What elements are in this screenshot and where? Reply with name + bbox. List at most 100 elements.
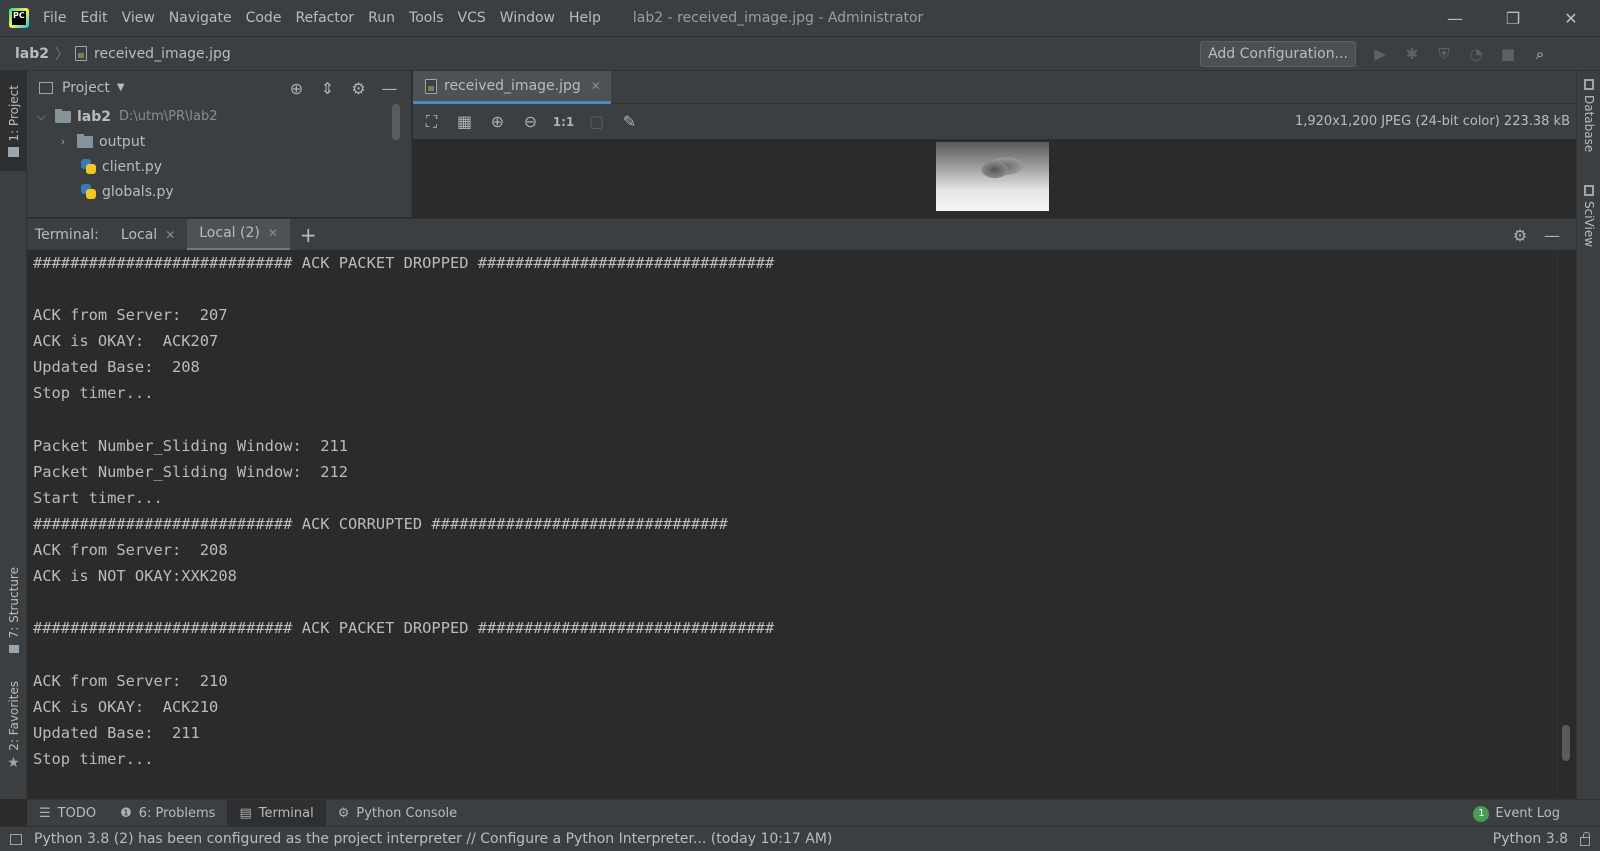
folder-icon <box>77 133 93 148</box>
close-icon[interactable]: ✕ <box>165 228 175 242</box>
terminal-tab-local-2[interactable]: Local (2) ✕ <box>187 218 290 251</box>
window-controls: — ❐ ✕ <box>1426 0 1600 36</box>
menu-view[interactable]: View <box>122 10 155 26</box>
terminal-line: Updated Base: 208 <box>33 358 200 377</box>
terminal-scrollbar-track[interactable] <box>1557 250 1576 799</box>
menu-tools[interactable]: Tools <box>409 10 444 26</box>
tool-tab-sciview[interactable]: SciView <box>1577 185 1600 247</box>
color-picker-icon[interactable]: ✎ <box>613 110 646 134</box>
gear-icon[interactable]: ⚙ <box>1504 224 1536 246</box>
tree-item-globals-py[interactable]: globals.py <box>27 179 411 204</box>
image-canvas <box>413 139 1576 217</box>
interpreter-selector[interactable]: Python 3.8 <box>1493 831 1568 847</box>
fit-zoom-icon[interactable]: ⛶ <box>415 110 448 134</box>
terminal-output[interactable]: ############################ ACK PACKET … <box>27 250 1576 799</box>
terminal-line: ACK is OKAY: ACK210 <box>33 697 219 716</box>
close-button[interactable]: ✕ <box>1542 0 1600 36</box>
menu-edit[interactable]: Edit <box>80 10 107 26</box>
title-bar: PC File Edit View Navigate Code Refactor… <box>0 0 1600 36</box>
breadcrumb-project[interactable]: lab2 <box>15 46 49 62</box>
tool-tab-problems[interactable]: ❶ 6: Problems <box>108 800 227 827</box>
zoom-out-icon[interactable]: ⊖ <box>514 110 547 134</box>
list-icon: ☰ <box>39 805 51 821</box>
tool-tab-todo-label: TODO <box>57 805 97 821</box>
project-scrollbar[interactable] <box>392 104 400 140</box>
terminal-scrollbar-thumb[interactable] <box>1562 725 1570 761</box>
minimize-button[interactable]: — <box>1426 0 1484 36</box>
tree-item-path: D:\utm\PR\lab2 <box>119 109 218 124</box>
menu-help[interactable]: Help <box>569 10 601 26</box>
project-tree: ⌵ lab2 D:\utm\PR\lab2 › output client.py… <box>27 104 411 204</box>
stop-icon[interactable]: ■ <box>1492 43 1524 65</box>
hide-panel-icon[interactable]: — <box>1536 224 1568 246</box>
grid-icon[interactable]: ▦ <box>448 110 481 134</box>
chevron-down-icon[interactable]: ⌵ <box>33 110 49 124</box>
collapse-all-icon[interactable]: ⇕ <box>312 77 343 99</box>
chevron-right-icon[interactable]: › <box>55 135 71 148</box>
add-configuration-button[interactable]: Add Configuration... <box>1200 41 1356 67</box>
project-panel: Project ▼ ⊕ ⇕ ⚙ — ⌵ lab2 D:\utm\PR\lab2 … <box>27 71 412 217</box>
search-icon[interactable]: ⌕ <box>1524 43 1556 65</box>
tool-tab-problems-label: 6: Problems <box>138 805 216 821</box>
terminal-line: ############################ ACK CORRUPT… <box>33 514 728 533</box>
menu-bar: File Edit View Navigate Code Refactor Ru… <box>43 10 615 26</box>
coverage-icon[interactable]: ⛨ <box>1428 43 1460 65</box>
toggle-tool-windows-icon[interactable] <box>10 833 22 845</box>
terminal-label: Terminal: <box>35 226 99 243</box>
tool-tab-database[interactable]: Database <box>1577 79 1600 152</box>
tree-item-output[interactable]: › output <box>27 129 411 154</box>
terminal-line: ############################ ACK PACKET … <box>33 619 775 638</box>
hide-panel-icon[interactable]: — <box>374 77 405 99</box>
menu-code[interactable]: Code <box>246 10 282 26</box>
tool-tab-project[interactable]: 1: Project <box>0 71 27 171</box>
close-icon[interactable]: ✕ <box>591 79 601 93</box>
tree-item-lab2[interactable]: ⌵ lab2 D:\utm\PR\lab2 <box>27 104 411 129</box>
tool-tab-project-label: 1: Project <box>6 84 21 142</box>
tool-tab-terminal-label: Terminal <box>258 805 314 821</box>
menu-run[interactable]: Run <box>368 10 395 26</box>
folder-icon <box>8 147 19 158</box>
background-icon[interactable]: ▢ <box>580 110 613 134</box>
new-terminal-icon[interactable]: + <box>300 223 317 247</box>
zoom-in-icon[interactable]: ⊕ <box>481 110 514 134</box>
actual-size-icon[interactable]: 1:1 <box>547 110 580 134</box>
editor-panel: received_image.jpg ✕ ⛶ ▦ ⊕ ⊖ 1:1 ▢ ✎ 1,9… <box>413 71 1576 217</box>
menu-vcs[interactable]: VCS <box>458 10 486 26</box>
event-log-button[interactable]: 1 Event Log <box>1473 800 1560 827</box>
profile-icon[interactable]: ◔ <box>1460 43 1492 65</box>
breadcrumb-file[interactable]: received_image.jpg <box>94 46 231 62</box>
run-icon[interactable]: ▶ <box>1364 43 1396 65</box>
menu-refactor[interactable]: Refactor <box>295 10 354 26</box>
left-tool-strip: 1: Project 7: Structure 2: Favorites ★ <box>0 71 27 799</box>
debug-icon[interactable]: ✱ <box>1396 43 1428 65</box>
menu-window[interactable]: Window <box>500 10 555 26</box>
status-message[interactable]: Python 3.8 (2) has been configured as th… <box>34 831 832 847</box>
tool-tab-structure[interactable]: 7: Structure <box>0 565 27 655</box>
image-info: 1,920x1,200 JPEG (24-bit color) 223.38 k… <box>1294 114 1570 129</box>
bottom-tool-tabs: ☰ TODO ❶ 6: Problems ▤ Terminal ⚙ Python… <box>27 799 1600 827</box>
terminal-line: Stop timer... <box>33 384 154 403</box>
terminal-lines: ############################ ACK PACKET … <box>33 250 774 772</box>
close-icon[interactable]: ✕ <box>268 226 278 240</box>
tool-tab-python-console-label: Python Console <box>356 805 458 821</box>
tool-tab-python-console[interactable]: ⚙ Python Console <box>326 800 469 827</box>
menu-file[interactable]: File <box>43 10 66 26</box>
structure-icon <box>8 644 19 653</box>
restore-button[interactable]: ❐ <box>1484 0 1542 36</box>
tool-tab-terminal[interactable]: ▤ Terminal <box>227 799 326 827</box>
menu-navigate[interactable]: Navigate <box>169 10 232 26</box>
status-right: Python 3.8 <box>1493 831 1590 847</box>
lock-icon[interactable] <box>1580 831 1590 846</box>
chevron-down-icon[interactable]: ▼ <box>117 82 125 93</box>
tool-tab-todo[interactable]: ☰ TODO <box>27 800 108 827</box>
tree-item-client-py[interactable]: client.py <box>27 154 411 179</box>
terminal-tab-local[interactable]: Local ✕ <box>109 219 187 251</box>
project-panel-tools: ⊕ ⇕ ⚙ — <box>281 77 405 99</box>
tool-tab-favorites[interactable]: 2: Favorites ★ <box>0 676 27 776</box>
event-log-label: Event Log <box>1495 806 1560 821</box>
locate-file-icon[interactable]: ⊕ <box>281 77 312 99</box>
project-view-selector[interactable]: Project <box>62 80 110 96</box>
gear-icon[interactable]: ⚙ <box>343 77 374 99</box>
editor-tab-received-image[interactable]: received_image.jpg ✕ <box>413 71 611 104</box>
